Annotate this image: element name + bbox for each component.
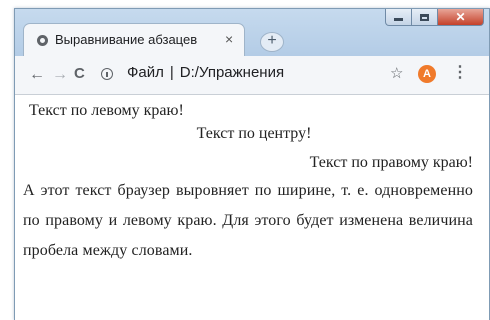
- justified-paragraph: А этот текст браузер выровняет по ширине…: [23, 182, 473, 259]
- address-separator: |: [169, 64, 174, 81]
- page-content: Текст по левому краю! Текст по центру! Т…: [15, 95, 489, 266]
- maximize-button[interactable]: [412, 9, 438, 26]
- minimize-button[interactable]: [385, 9, 412, 26]
- close-icon: ✕: [455, 10, 466, 24]
- browser-window: Выравнивание абзацев × + ✕ ← → C Файл | D:…: [14, 8, 490, 320]
- minimize-icon: [394, 18, 403, 21]
- bookmark-star-icon[interactable]: ☆: [390, 66, 403, 82]
- forward-arrow-icon[interactable]: →: [52, 67, 68, 83]
- info-icon[interactable]: [101, 68, 113, 80]
- right-aligned-paragraph: Текст по правому краю!: [309, 154, 473, 171]
- title-bar: Выравнивание абзацев × + ✕: [15, 9, 489, 56]
- profile-avatar[interactable]: A: [418, 65, 436, 83]
- globe-icon: [37, 35, 48, 46]
- reload-icon[interactable]: C: [74, 66, 85, 82]
- left-aligned-paragraph: Текст по левому краю!: [29, 102, 184, 119]
- new-tab-button[interactable]: +: [260, 32, 284, 52]
- window-controls: ✕: [385, 9, 484, 27]
- back-arrow-icon[interactable]: ←: [29, 67, 45, 83]
- address-bar[interactable]: Файл | D:/Упражнения: [127, 64, 284, 81]
- address-path: D:/Упражнения: [179, 64, 285, 81]
- center-aligned-paragraph: Текст по центру!: [196, 125, 312, 142]
- maximize-icon: [420, 13, 429, 21]
- tab-close-icon[interactable]: ×: [225, 31, 233, 47]
- tab-title: Выравнивание абзацев: [55, 32, 198, 47]
- tab-active[interactable]: Выравнивание абзацев ×: [23, 23, 245, 56]
- browser-toolbar: ← → C Файл | D:/Упражнения ☆ A ⋮: [15, 56, 489, 95]
- address-scheme-label: Файл: [127, 64, 164, 81]
- close-window-button[interactable]: ✕: [438, 9, 484, 26]
- menu-icon[interactable]: ⋮: [452, 65, 468, 81]
